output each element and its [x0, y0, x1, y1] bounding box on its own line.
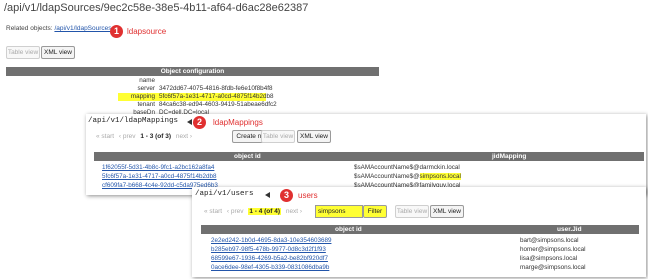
filter-input[interactable]: simpsons [315, 205, 363, 218]
column-object-id: object id [335, 226, 362, 233]
pager-next-link[interactable]: next › [286, 208, 302, 215]
config-key-tenant: tenant [137, 101, 155, 108]
jid-mapping-prefix: $sAMAccountName$@ [354, 173, 420, 180]
table-view-button[interactable]: Table view [395, 205, 429, 218]
jid-mapping-domain-highlighted: simpsons.local [419, 173, 461, 180]
user-id-link[interactable]: 2e2ed242-1b0d-4695-8da3-10e354603689 [211, 237, 331, 244]
jid-mapping-value: $sAMAccountName$@simpsons.local [354, 173, 461, 180]
config-key-mapping: mapping [130, 93, 155, 100]
user-jid: homer@simpsons.local [520, 246, 586, 253]
pager-start-link[interactable]: « start [96, 133, 114, 140]
config-value-mapping: 5fc6f57a-1e31-4717-a0cd-4875f14b2db8 [159, 93, 274, 100]
jid-mapping-value: $sAMAccountName$@darmckin.local [354, 164, 460, 171]
jid-mapping-prefix: $sAMAccountName$@ [354, 164, 420, 171]
annotation-label-2: ldapMappings [213, 118, 263, 127]
user-jid: marge@simpsons.local [520, 264, 586, 271]
xml-view-button[interactable]: XML view [297, 130, 331, 143]
user-id-link[interactable]: 0ace6dee-98ef-4305-b339-0831086dba9b [211, 264, 329, 271]
users-path: /api/v1/users [195, 190, 254, 198]
annotation-label-3: users [298, 191, 318, 200]
table-row: 1f62055f-5d31-4b8c-9fc1-a2bc162a8fa4 [102, 164, 214, 171]
column-jid-mapping: jidMapping [492, 153, 527, 160]
pager-start-link[interactable]: « start [204, 208, 222, 215]
table-row: 5fc6f57a-1e31-4717-a0cd-4875f14b2db8 [102, 173, 217, 180]
config-value-tenant: 84ca6c38-ed94-4603-9419-51abeae6dfc2 [159, 101, 277, 108]
related-objects-label: Related objects: [6, 25, 53, 32]
config-value-server: 3472dd67-4075-4816-8fdb-fe6e10f8b4f8 [159, 85, 273, 92]
object-configuration-header: Object configuration [6, 67, 379, 76]
pager-prev-link[interactable]: ‹ prev [119, 133, 136, 140]
pager-prev-link[interactable]: ‹ prev [227, 208, 244, 215]
annotation-marker-1: 1 [110, 25, 123, 38]
mapping-id-link[interactable]: 5fc6f57a-1e31-4717-a0cd-4875f14b2db8 [102, 173, 217, 180]
ldap-mappings-pager: « start ‹ prev 1 - 3 (of 3) next › [96, 133, 192, 140]
related-ldap-sources-link[interactable]: /api/v1/ldapSources [54, 25, 111, 32]
table-view-button[interactable]: Table view [6, 46, 40, 59]
users-header: object id user.Jid [201, 225, 639, 234]
table-view-button[interactable]: Table view [261, 130, 295, 143]
ldap-mappings-header: object id jidMapping [94, 152, 644, 161]
config-key-server: server [137, 85, 156, 92]
table-row: 68599e67-1936-4269-b5a2-be82bf920df7 [211, 255, 328, 262]
column-user-jid: user.Jid [557, 226, 582, 233]
pager-next-link[interactable]: next › [176, 133, 192, 140]
user-jid: bart@simpsons.local [520, 237, 579, 244]
xml-view-button[interactable]: XML view [430, 205, 464, 218]
mapping-id-link[interactable]: 1f62055f-5d31-4b8c-9fc1-a2bc162a8fa4 [102, 164, 214, 171]
config-key-name: name [139, 77, 155, 84]
annotation-marker-3: 3 [280, 189, 293, 202]
ldap-mappings-panel: /api/v1/ldapMappings « start ‹ prev 1 - … [86, 114, 646, 195]
arrow-left-icon [265, 192, 270, 198]
column-object-id: object id [234, 153, 261, 160]
table-row: 0ace6dee-98ef-4305-b339-0831086dba9b [211, 264, 329, 271]
object-configuration-table: Object configuration name server 3472dd6… [6, 67, 379, 119]
annotation-label-1: ldapsource [127, 27, 167, 36]
user-id-link[interactable]: 68599e67-1936-4269-b5a2-be82bf920df7 [211, 255, 328, 262]
filter-button[interactable]: Filter [363, 205, 387, 218]
related-objects: Related objects: /api/v1/ldapSources [6, 25, 112, 32]
arrow-left-icon [187, 119, 192, 125]
annotation-marker-2: 2 [193, 116, 206, 129]
table-row: b285eb97-98f5-478b-9977-0d8c3d2f1f93 [211, 246, 326, 253]
table-row: 2e2ed242-1b0d-4695-8da3-10e354603689 [211, 237, 331, 244]
users-panel: /api/v1/users « start ‹ prev 1 - 4 (of 4… [192, 187, 646, 277]
jid-mapping-domain: darmckin.local [419, 164, 460, 171]
user-jid: lisa@simpsons.local [520, 255, 578, 262]
xml-view-button[interactable]: XML view [41, 46, 75, 59]
ldap-mappings-path: /api/v1/ldapMappings [88, 117, 179, 125]
page-title: /api/v1/ldapSources/9ec2c58e-38e5-4b11-a… [4, 2, 309, 14]
user-id-link[interactable]: b285eb97-98f5-478b-9977-0d8c3d2f1f93 [211, 246, 326, 253]
pager-range: 1 - 3 (of 3) [140, 133, 172, 140]
users-pager: « start ‹ prev 1 - 4 (of 4) next › [204, 208, 302, 215]
pager-range: 1 - 4 (of 4) [248, 208, 282, 215]
